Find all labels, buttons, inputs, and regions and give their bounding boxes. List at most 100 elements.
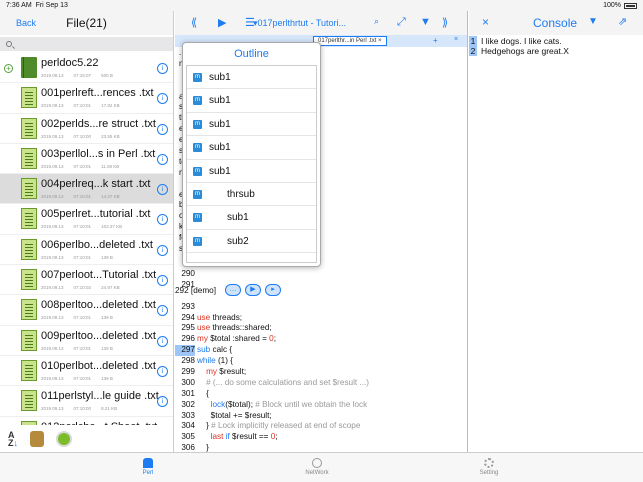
outline-item[interactable]: m sub1 bbox=[187, 136, 316, 160]
file-item[interactable]: 004perlreq...k start .txt 2019.09.13 07:10… bbox=[0, 174, 173, 205]
demo-run-button[interactable]: ▶ bbox=[245, 284, 261, 296]
outline-label: sub1 bbox=[209, 72, 231, 83]
filter-icon[interactable]: ▼ bbox=[588, 16, 598, 27]
outline-label: sub1 bbox=[227, 212, 249, 224]
tab-perl[interactable]: Perl bbox=[118, 458, 178, 476]
file-item[interactable]: 003perllol...s in Perl .txt 2019.09.13 07:… bbox=[0, 144, 173, 175]
info-icon[interactable]: i bbox=[157, 365, 168, 377]
outline-item[interactable]: m sub1 bbox=[187, 160, 316, 183]
editor-tab[interactable]: 017perlthr...in Perl .txt × bbox=[313, 36, 387, 46]
file-date: 2019.09.13 bbox=[41, 406, 64, 412]
code-token: while bbox=[197, 356, 216, 366]
file-item[interactable]: 001perlreft...rences .txt 2019.09.13 07:10… bbox=[0, 83, 173, 114]
person-icon[interactable] bbox=[30, 430, 44, 447]
code-line: 295 use threads::shared; bbox=[175, 323, 467, 334]
search-bar[interactable] bbox=[0, 37, 173, 51]
outline-item[interactable]: m sub2 bbox=[187, 230, 316, 254]
file-item[interactable]: + perldoc5.22 2019.09.13 07:15:07 500 B i bbox=[0, 53, 173, 84]
file-meta: 2019.09.13 07:10:01 11.08 KB bbox=[41, 164, 129, 169]
info-icon[interactable]: i bbox=[157, 153, 168, 165]
code-line: 297 sub calc { bbox=[175, 345, 467, 357]
sort-az-icon[interactable]: A Z↓ bbox=[8, 430, 18, 447]
prev-icon[interactable]: ⟪ bbox=[191, 16, 197, 29]
outline-item[interactable]: m sub1 bbox=[187, 89, 316, 113]
file-browser-pane: Back File(21) + perldoc5.22 2019.09.13 07:1… bbox=[0, 11, 174, 452]
code-token: ; bbox=[273, 334, 276, 344]
info-icon[interactable]: i bbox=[157, 335, 168, 347]
close-icon[interactable]: × bbox=[378, 38, 382, 44]
info-icon[interactable]: i bbox=[157, 93, 168, 105]
outline-item[interactable]: m thrsub bbox=[187, 183, 316, 207]
book-icon bbox=[21, 57, 37, 78]
battery-icon bbox=[624, 2, 637, 9]
info-icon[interactable]: i bbox=[157, 214, 168, 226]
add-tab-button[interactable]: + bbox=[433, 36, 438, 45]
file-size: 23.55 KB bbox=[101, 133, 120, 139]
file-item[interactable]: 011perlstyl...le guide .txt 2019.09.13 07:… bbox=[0, 386, 173, 417]
editor-tab-label: 017perlthr...in Perl .txt bbox=[318, 38, 377, 44]
next-icon[interactable]: ⟫ bbox=[442, 16, 448, 29]
code-token: sub bbox=[197, 345, 211, 355]
file-time: 07:10:01 bbox=[73, 194, 92, 200]
outline-item[interactable]: m sub1 bbox=[187, 113, 316, 137]
code-token: ($total); bbox=[225, 399, 256, 409]
close-tab-icon[interactable]: × bbox=[454, 36, 458, 43]
file-date: 2019.09.13 bbox=[41, 163, 64, 169]
code-token: # Block until we obtain the lock bbox=[255, 399, 368, 409]
file-date: 2019.09.13 bbox=[41, 345, 64, 351]
info-icon[interactable]: i bbox=[157, 396, 168, 408]
code-line: 301 { bbox=[175, 389, 467, 400]
line-number: 294 bbox=[181, 312, 195, 322]
info-icon[interactable]: i bbox=[157, 305, 168, 317]
code-token: $total :shared = bbox=[207, 334, 270, 344]
outline-item[interactable]: m sub1 bbox=[187, 66, 316, 90]
share-icon[interactable]: ⇗ bbox=[618, 15, 627, 28]
close-icon[interactable]: × bbox=[482, 15, 489, 29]
console-text: I like dogs. I like cats. bbox=[481, 36, 562, 46]
demo-more-button[interactable]: … bbox=[225, 284, 241, 296]
outline-label: sub1 bbox=[209, 118, 231, 130]
file-time: 07:10:01 bbox=[73, 224, 92, 230]
method-icon: m bbox=[193, 96, 202, 106]
tab-setting[interactable]: Setting bbox=[459, 458, 519, 476]
search-input[interactable] bbox=[16, 40, 156, 48]
expand-icon[interactable]: ⤢ bbox=[397, 16, 406, 29]
file-name: 005perlret...tutorial .txt bbox=[41, 208, 151, 221]
line-number: 305 bbox=[181, 432, 195, 442]
file-size: 17.82 KB bbox=[101, 103, 120, 109]
down-arrow-icon[interactable]: ▼ bbox=[420, 16, 431, 28]
file-size: 11.08 KB bbox=[101, 163, 120, 169]
info-icon[interactable]: i bbox=[157, 63, 168, 74]
outline-item[interactable]: m sub1 bbox=[187, 206, 316, 230]
file-name: 011perlstyl...le guide .txt bbox=[41, 390, 159, 403]
tab-network[interactable]: NetWork bbox=[287, 458, 347, 476]
console-line-number: 1 bbox=[469, 36, 477, 46]
reload-icon[interactable] bbox=[56, 430, 72, 447]
file-item[interactable]: 005perlret...tutorial .txt 2019.09.13 07:1… bbox=[0, 204, 173, 235]
outline-list: m sub1 m sub1 m sub1 m sub1 m sub1 m thrsub m sub1 m su… bbox=[186, 65, 317, 263]
file-name: 006perlbo...deleted .txt bbox=[41, 238, 153, 251]
expand-icon[interactable]: + bbox=[4, 64, 13, 73]
info-icon[interactable]: i bbox=[157, 275, 168, 287]
run-icon[interactable]: ▶ bbox=[218, 16, 226, 29]
file-item[interactable]: 006perlbo...deleted .txt 2019.09.13 07:10:… bbox=[0, 235, 173, 266]
file-item[interactable]: 009perltoo...deleted .txt 2019.09.13 07:10… bbox=[0, 326, 173, 356]
gear-icon bbox=[484, 458, 494, 468]
info-icon[interactable]: i bbox=[157, 184, 168, 196]
code-line: 304 } # Lock implicitly released at end … bbox=[175, 421, 467, 432]
file-meta: 2019.09.13 07:10:01 14.27 KB bbox=[41, 194, 130, 199]
console-output[interactable]: 1 I like dogs. I like cats. 2 Hedgehogs are… bbox=[469, 36, 643, 56]
code-token: threads::shared; bbox=[210, 323, 272, 333]
file-item[interactable]: 010perlbot...deleted .txt 2019.09.13 07:10… bbox=[0, 356, 173, 387]
search-icon[interactable]: ⌕ bbox=[374, 16, 379, 27]
console-line: 1 I like dogs. I like cats. bbox=[469, 36, 643, 46]
info-icon[interactable]: i bbox=[157, 123, 168, 135]
file-item[interactable]: 007perloot...Tutorial .txt 2019.09.13 07:1… bbox=[0, 265, 173, 296]
info-icon[interactable]: i bbox=[157, 244, 168, 256]
file-item[interactable]: 002perlds...re struct .txt 2019.09.13 07:1… bbox=[0, 114, 173, 144]
document-title[interactable]: ▾017perlthrtut - Tutori... bbox=[253, 18, 346, 29]
demo-label: 292 [demo] bbox=[175, 285, 216, 295]
file-item[interactable]: 008perltoo...deleted .txt 2019.09.13 07:10… bbox=[0, 295, 173, 326]
demo-step-button[interactable]: ▸ bbox=[265, 284, 281, 296]
